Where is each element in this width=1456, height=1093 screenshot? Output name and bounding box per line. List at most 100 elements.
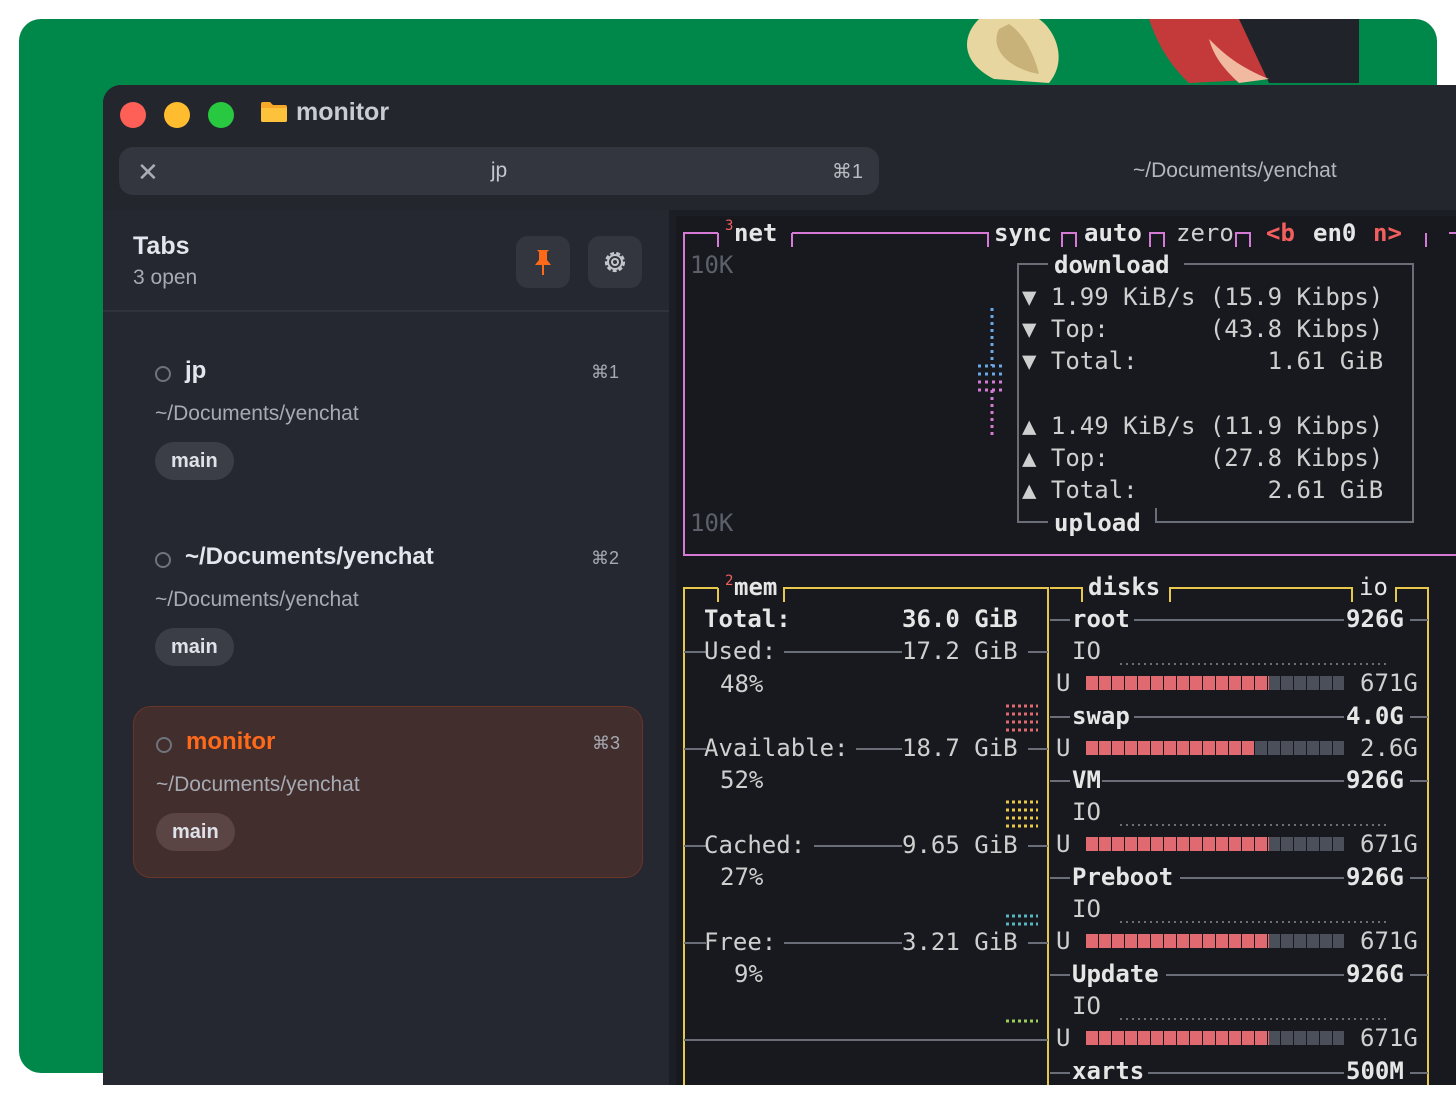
disks-title: disks	[1088, 573, 1161, 601]
disk-used-value: 671G	[1360, 669, 1418, 697]
mem-free-value: 3.21 GiB	[902, 928, 1018, 956]
io-toggle[interactable]: io	[1359, 573, 1388, 601]
tab-shortcut: ⌘1	[831, 161, 863, 183]
tab-label: jp	[490, 159, 508, 182]
disk-size: 926G	[1346, 605, 1404, 633]
mem-free-pct: 9%	[734, 960, 763, 988]
upload-rate: ▲ 1.49 KiB/s (11.9 Kibps)	[1022, 412, 1384, 440]
disk-usage-bar	[1086, 837, 1344, 851]
settings-button[interactable]	[588, 236, 642, 288]
disk-usage-fill	[1086, 934, 1270, 948]
disk-used-value: 671G	[1360, 927, 1418, 955]
window-title: monitor	[296, 98, 390, 126]
download-label: download	[1054, 251, 1170, 279]
app-window: monitor ✕ jp ⌘1 ~/Documents/yenchat Tabs…	[103, 85, 1456, 1085]
net-next-interface[interactable]: n>	[1373, 219, 1402, 247]
branch-chip: main	[155, 628, 234, 666]
mem-title: mem	[734, 573, 778, 601]
branch-chip: main	[155, 442, 234, 480]
terminal-pane[interactable]: 3 net sync auto zero <b en0 n> 10K 10K d…	[676, 216, 1456, 1085]
disk-name: swap	[1072, 702, 1130, 730]
disk-name: Preboot	[1072, 863, 1174, 891]
zoom-window-button[interactable]	[208, 102, 234, 128]
disk-used-label: U	[1056, 669, 1071, 697]
net-sync-toggle[interactable]: sync	[994, 219, 1052, 247]
disk-size: 4.0G	[1346, 702, 1404, 730]
disk-name: root	[1072, 605, 1130, 633]
mem-cached-pct: 27%	[720, 863, 764, 891]
disk-used-value: 671G	[1360, 1024, 1418, 1052]
sidebar-item-monitor[interactable]: monitor ⌘3 ~/Documents/yenchat main	[133, 706, 643, 878]
sidebar-item-jp[interactable]: jp ⌘1 ~/Documents/yenchat main	[133, 336, 641, 506]
disk-io-label: IO	[1072, 798, 1101, 826]
pin-icon	[535, 250, 551, 275]
sidebar-item-documents-yenchat[interactable]: ~/Documents/yenchat ⌘2 ~/Documents/yench…	[133, 522, 641, 692]
disk-used-label: U	[1056, 734, 1071, 762]
net-prev-interface[interactable]: <b	[1266, 219, 1295, 247]
disk-size: 926G	[1346, 863, 1404, 891]
title-bar: monitor	[103, 85, 1456, 145]
disk-used-label: U	[1056, 1024, 1071, 1052]
disk-io-label: IO	[1072, 637, 1101, 665]
item-path: ~/Documents/yenchat	[155, 402, 359, 425]
mem-free-label: Free:	[704, 928, 777, 956]
disk-usage-bar	[1086, 741, 1344, 755]
disk-usage-fill	[1086, 741, 1254, 755]
branch-chip: main	[156, 813, 235, 851]
status-dot	[156, 737, 172, 753]
disk-name: xarts	[1072, 1057, 1145, 1085]
tab-documents-yenchat[interactable]: ~/Documents/yenchat	[1133, 159, 1337, 183]
mem-box-number: 2	[725, 573, 734, 589]
disk-name: VM	[1072, 766, 1101, 794]
item-path: ~/Documents/yenchat	[155, 588, 359, 611]
mem-available-pct: 52%	[720, 766, 764, 794]
item-title: ~/Documents/yenchat	[185, 543, 434, 570]
item-shortcut: ⌘2	[590, 548, 619, 568]
item-shortcut: ⌘3	[591, 733, 620, 753]
mem-cached-label: Cached:	[704, 831, 806, 859]
mem-used-value: 17.2 GiB	[902, 637, 1018, 665]
disk-used-value: 2.6G	[1360, 734, 1418, 762]
minimize-window-button[interactable]	[164, 102, 190, 128]
close-window-button[interactable]	[120, 102, 146, 128]
mem-available-value: 18.7 GiB	[902, 734, 1018, 762]
disk-used-label: U	[1056, 830, 1071, 858]
upload-label: upload	[1054, 509, 1141, 537]
item-path: ~/Documents/yenchat	[156, 773, 360, 796]
sidebar-title: Tabs	[133, 232, 190, 260]
tab-bar: ✕ jp ⌘1 ~/Documents/yenchat	[103, 145, 1456, 210]
item-title: monitor	[186, 728, 276, 755]
mem-cached-value: 9.65 GiB	[902, 831, 1018, 859]
status-dot	[155, 366, 171, 382]
mem-used-label: Used:	[704, 637, 777, 665]
disk-size: 500M	[1346, 1057, 1404, 1085]
net-auto-toggle[interactable]: auto	[1084, 219, 1142, 247]
net-interface: en0	[1313, 219, 1357, 247]
disk-usage-bar	[1086, 1031, 1344, 1045]
net-scale-bottom: 10K	[690, 509, 734, 537]
upload-top: ▲ Top: (27.8 Kibps)	[1022, 444, 1384, 472]
tabs-sidebar: Tabs 3 open jp ⌘1 ~/Documents/yenchat ma…	[103, 210, 669, 1085]
folder-icon	[261, 102, 287, 122]
item-shortcut: ⌘1	[590, 362, 619, 382]
tab-jp[interactable]: ✕ jp ⌘1	[119, 147, 879, 195]
disk-used-label: U	[1056, 927, 1071, 955]
net-zero-toggle[interactable]: zero	[1176, 219, 1234, 247]
disk-size: 926G	[1346, 766, 1404, 794]
disk-size: 926G	[1346, 960, 1404, 988]
gear-icon	[604, 251, 626, 273]
disk-io-label: IO	[1072, 992, 1101, 1020]
disk-used-value: 671G	[1360, 830, 1418, 858]
item-title: jp	[185, 357, 207, 384]
net-box-number: 3	[725, 218, 734, 234]
disk-usage-bar	[1086, 934, 1344, 948]
wallpaper-art	[967, 19, 1359, 83]
pin-button[interactable]	[516, 236, 570, 288]
download-top: ▼ Top: (43.8 Kibps)	[1022, 315, 1384, 343]
disk-io-label: IO	[1072, 895, 1101, 923]
mem-used-pct: 48%	[720, 670, 764, 698]
net-scale-top: 10K	[690, 251, 734, 279]
disk-usage-fill	[1086, 676, 1270, 690]
mem-total-label: Total:	[704, 605, 791, 633]
disk-usage-fill	[1086, 837, 1270, 851]
